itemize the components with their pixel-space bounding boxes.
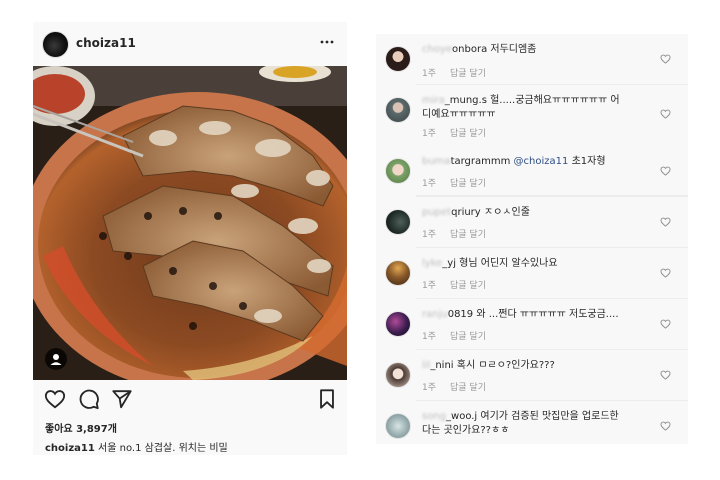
comment-meta: 1주 답글 달기 (422, 227, 486, 240)
caption-text: 서울 no.1 삼겹살. 위치는 비밀 (98, 443, 228, 454)
commenter-username-hidden: ranju (422, 309, 448, 320)
comment-like-heart-icon[interactable] (660, 268, 671, 278)
commenter-avatar[interactable] (385, 413, 411, 439)
comment-item: ranju0819 와 ...쩐다 ㅠㅠㅠㅠㅠ 저도궁금.... 1주 답글 달기 (376, 299, 688, 350)
comment-body: 형님 어딘지 알수있나요 (456, 258, 558, 269)
comment-meta: 1주 답글 달기 (422, 380, 486, 393)
commenter-avatar[interactable] (385, 260, 411, 286)
post-actions-bar (33, 386, 347, 412)
comment-item: bumatargrammm @choiza11 초1자형 1주 답글 달기 (376, 146, 688, 197)
comment-item: lil_nini 혹시 ㅁㄹㅇ?인가요??? 1주 답글 달기 (376, 350, 688, 401)
user-tag-icon[interactable] (45, 348, 67, 370)
comment-body-continued: 디예요ㅠㅠㅠㅠㅠ (422, 109, 496, 120)
reply-link[interactable]: 답글 달기 (450, 281, 486, 291)
commenter-avatar[interactable] (385, 158, 411, 184)
comment-like-heart-icon[interactable] (660, 54, 671, 64)
commenter-username-hidden: lil (422, 360, 431, 371)
commenter-username[interactable]: _nini (430, 360, 453, 371)
reply-link[interactable]: 답글 달기 (450, 129, 486, 139)
comment-like-heart-icon[interactable] (660, 421, 671, 431)
comment-time: 1주 (422, 281, 437, 291)
grilled-pork-photo (33, 66, 347, 380)
comment-text: lyke_yj 형님 어딘지 알수있나요 (422, 257, 644, 271)
commenter-username[interactable]: _yj (442, 258, 456, 269)
commenter-username[interactable]: onbora (452, 44, 487, 55)
commenter-username[interactable]: 0819 (448, 309, 473, 320)
commenter-username-hidden: buma (422, 156, 451, 167)
comment-body-continued: 다는 곳인가요??ㅎㅎ (422, 425, 510, 436)
commenter-username-hidden: choye (422, 44, 453, 55)
caption-username[interactable]: choiza11 (45, 443, 95, 454)
comment-item: mira_mung.s 헐.....궁금해요ㅠㅠㅠㅠㅠㅠ 어디예요ㅠㅠㅠㅠㅠ 1… (376, 85, 688, 196)
likes-count[interactable]: 좋아요 3,897개 (45, 420, 117, 435)
commenter-avatar[interactable] (385, 362, 411, 388)
commenter-username[interactable]: _mung.s (445, 95, 487, 106)
commenter-avatar[interactable] (385, 311, 411, 337)
comment-text: choyeonbora 저두디엠좀 (422, 43, 644, 57)
commenter-username-hidden: pupet (422, 207, 452, 218)
comment-meta: 1주 답글 달기 (422, 176, 486, 189)
comment-like-heart-icon[interactable] (660, 319, 671, 329)
commenter-username-hidden: mira (422, 95, 445, 106)
share-send-icon[interactable] (111, 388, 133, 410)
reply-link[interactable]: 답글 달기 (450, 230, 486, 240)
commenter-username[interactable]: qriury (451, 207, 481, 218)
comment-text: lil_nini 혹시 ㅁㄹㅇ?인가요??? (422, 359, 644, 373)
post-caption: choiza11 서울 no.1 삼겹살. 위치는 비밀 (45, 439, 228, 454)
comment-body: 헐.....궁금해요ㅠㅠㅠㅠㅠㅠ 어 (486, 95, 620, 106)
comment-body: 여기가 검증된 맛집만을 업로드한 (477, 411, 619, 422)
commenter-username[interactable]: targrammm (451, 156, 511, 167)
post-photo[interactable] (33, 66, 347, 380)
post-header: choiza11 (33, 22, 347, 66)
comment-time: 1주 (422, 230, 437, 240)
commenter-username[interactable]: _woo.j (446, 411, 477, 422)
comment-bubble-icon[interactable] (78, 388, 100, 410)
comment-like-heart-icon[interactable] (660, 166, 671, 176)
comment-time: 1주 (422, 69, 437, 79)
comment-text: pupetqriury ㅈㅇㅅ인줄 (422, 206, 644, 220)
comment-body: ㅈㅇㅅ인줄 (480, 207, 530, 218)
comment-body: 와 ...쩐다 ㅠㅠㅠㅠㅠ 저도궁금.... (473, 309, 619, 320)
comment-like-heart-icon[interactable] (660, 217, 671, 227)
comment-time: 1주 (422, 179, 437, 189)
comment-body: 저두디엠좀 (487, 44, 537, 55)
comment-meta: 1주 답글 달기 (422, 66, 486, 79)
comment-time: 1주 (422, 332, 437, 342)
comment-text: song_woo.j 여기가 검증된 맛집만을 업로드한다는 곳인가요??ㅎㅎ (422, 410, 644, 438)
reply-link[interactable]: 답글 달기 (450, 69, 486, 79)
poster-avatar[interactable] (42, 31, 69, 58)
comment-time: 1주 (422, 129, 437, 139)
reply-link[interactable]: 답글 달기 (450, 383, 486, 393)
instagram-post: choiza11 좋아요 3,897개 choiza11 서울 no.1 삼겹살… (33, 22, 347, 455)
commenter-avatar[interactable] (385, 97, 411, 123)
comment-item: lyke_yj 형님 어딘지 알수있나요 1주 답글 달기 (376, 248, 688, 299)
comment-meta: 1주 답글 달기 (422, 329, 486, 342)
comment-meta: 1주 답글 달기 (422, 126, 486, 139)
comments-panel: choyeonbora 저두디엠좀 1주 답글 달기 mira_mung.s 헐.… (376, 34, 688, 444)
comment-body: 초1자형 (568, 156, 606, 167)
comment-item: choyeonbora 저두디엠좀 1주 답글 달기 (376, 34, 688, 85)
commenter-avatar[interactable] (385, 209, 411, 235)
bookmark-icon[interactable] (316, 388, 338, 410)
comment-like-heart-icon[interactable] (660, 109, 671, 119)
commenter-avatar[interactable] (385, 46, 411, 72)
reply-link[interactable]: 답글 달기 (450, 332, 486, 342)
comment-like-heart-icon[interactable] (660, 370, 671, 380)
reply-link[interactable]: 답글 달기 (450, 179, 486, 189)
mention-link[interactable]: @choiza11 (514, 156, 569, 167)
comment-time: 1주 (422, 383, 437, 393)
comment-text: ranju0819 와 ...쩐다 ㅠㅠㅠㅠㅠ 저도궁금.... (422, 308, 644, 322)
comment-meta: 1주 답글 달기 (422, 278, 486, 291)
commenter-username-hidden: song (422, 411, 447, 422)
comment-text: mira_mung.s 헐.....궁금해요ㅠㅠㅠㅠㅠㅠ 어디예요ㅠㅠㅠㅠㅠ (422, 94, 644, 122)
comment-item: pupetqriury ㅈㅇㅅ인줄 1주 답글 달기 (376, 197, 688, 248)
comment-text: bumatargrammm @choiza11 초1자형 (422, 155, 644, 169)
like-heart-icon[interactable] (44, 388, 66, 410)
more-options-icon[interactable] (319, 36, 335, 48)
commenter-username-hidden: lyke (422, 258, 443, 269)
comment-body: 혹시 ㅁㄹㅇ?인가요??? (453, 360, 555, 371)
comment-item: song_woo.j 여기가 검증된 맛집만을 업로드한다는 곳인가요??ㅎㅎ (376, 401, 688, 444)
poster-username[interactable]: choiza11 (76, 36, 136, 50)
